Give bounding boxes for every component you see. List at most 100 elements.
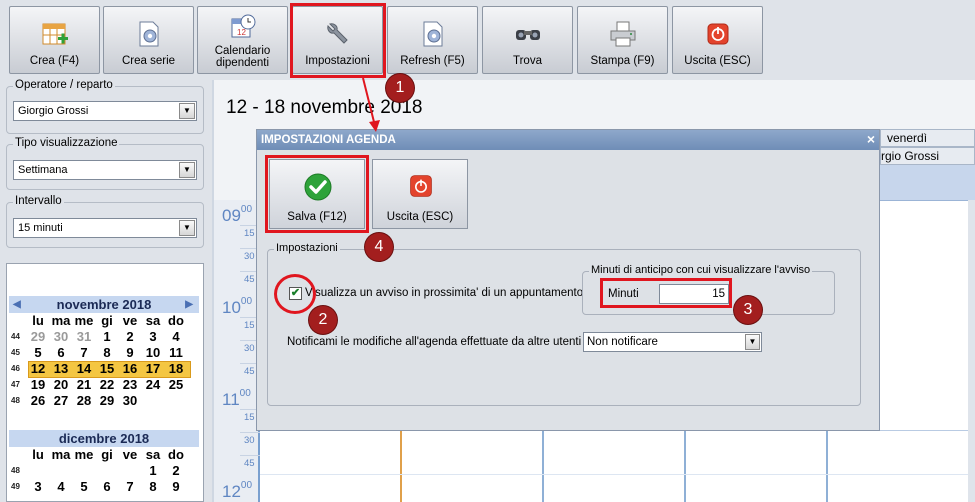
calendar-day[interactable]: 11 bbox=[166, 345, 186, 361]
notifica-value: Non notificare bbox=[587, 336, 658, 348]
calendar-day[interactable]: 9 bbox=[120, 345, 140, 361]
chevron-down-icon[interactable]: ▼ bbox=[745, 334, 760, 350]
refresh-button[interactable]: Refresh (F5) bbox=[387, 6, 478, 74]
power-icon bbox=[707, 23, 728, 45]
calendar-day[interactable]: 30 bbox=[120, 393, 140, 409]
chevron-down-icon[interactable]: ▼ bbox=[179, 162, 195, 178]
operatore-label: Operatore / reparto bbox=[13, 79, 115, 91]
calendario-dipendenti-button[interactable]: 12 Calendario dipendenti bbox=[197, 6, 288, 74]
prev-month-icon[interactable]: ◀ bbox=[13, 296, 21, 313]
calendar-grid: lu ma me gi ve sa do 48 1 2 49 3 4 5 6 7 8 9 bbox=[9, 447, 199, 495]
intervallo-group: Intervallo 15 minuti ▼ bbox=[6, 195, 204, 248]
calendar-day[interactable]: 20 bbox=[51, 377, 71, 393]
calendar-day[interactable]: 3 bbox=[143, 329, 163, 345]
week-number: 48 bbox=[11, 466, 20, 475]
intervallo-select[interactable]: 15 minuti ▼ bbox=[13, 218, 197, 238]
scrollbar[interactable] bbox=[968, 200, 975, 502]
minute-label: 15 bbox=[244, 320, 255, 331]
minute-label: 15 bbox=[244, 228, 255, 239]
calendar-day[interactable]: 26 bbox=[28, 393, 48, 409]
calendar-day[interactable]: 7 bbox=[74, 345, 94, 361]
calendar-add-icon bbox=[42, 23, 68, 45]
uscita-button[interactable]: Uscita (ESC) bbox=[672, 6, 763, 74]
calendar-day[interactable]: 15 bbox=[97, 361, 117, 377]
stampa-button[interactable]: Stampa (F9) bbox=[577, 6, 668, 74]
operatore-value: Giorgio Grossi bbox=[18, 105, 89, 117]
calendar-day[interactable]: 6 bbox=[97, 479, 117, 495]
calendar-day[interactable]: 8 bbox=[143, 479, 163, 495]
calendar-day[interactable]: 7 bbox=[120, 479, 140, 495]
calendar-day[interactable]: 1 bbox=[97, 329, 117, 345]
calendar-day[interactable]: 30 bbox=[51, 329, 71, 345]
annotation-badge-2: 2 bbox=[309, 306, 337, 334]
tipo-visualizzazione-group: Tipo visualizzazione Settimana ▼ bbox=[6, 137, 204, 190]
next-month-icon[interactable]: ▶ bbox=[185, 296, 193, 313]
operatore-select[interactable]: Giorgio Grossi ▼ bbox=[13, 101, 197, 121]
agenda-cell[interactable] bbox=[880, 200, 975, 230]
calendar-day[interactable]: 13 bbox=[51, 361, 71, 377]
calendar-header: ◀ novembre 2018 ▶ bbox=[9, 296, 199, 313]
crea-button[interactable]: Crea (F4) bbox=[9, 6, 100, 74]
calendar-day[interactable]: 21 bbox=[74, 377, 94, 393]
week-number: 47 bbox=[11, 380, 20, 389]
calendar-day[interactable]: 2 bbox=[166, 463, 186, 479]
calendar-day[interactable]: 8 bbox=[97, 345, 117, 361]
calendar-day[interactable]: 27 bbox=[51, 393, 71, 409]
calendar-day[interactable]: 10 bbox=[143, 345, 163, 361]
hour-value: 12 bbox=[222, 482, 241, 501]
hour-value: 10 bbox=[222, 298, 241, 317]
month-title: novembre 2018 bbox=[56, 297, 152, 312]
calendar-day[interactable]: 4 bbox=[51, 479, 71, 495]
crea-serie-button[interactable]: Crea serie bbox=[103, 6, 194, 74]
calendar-day[interactable]: 25 bbox=[166, 377, 186, 393]
notifica-select[interactable]: Non notificare ▼ bbox=[583, 332, 762, 352]
calendar-day[interactable]: 12 bbox=[28, 361, 48, 377]
uscita-dialog-button[interactable]: Uscita (ESC) bbox=[372, 159, 468, 229]
calendar-day[interactable]: 29 bbox=[97, 393, 117, 409]
calendar-day[interactable]: 3 bbox=[28, 479, 48, 495]
document-gear-icon bbox=[423, 21, 442, 47]
stampa-label: Stampa (F9) bbox=[590, 55, 655, 67]
calendar-day[interactable]: 18 bbox=[166, 361, 186, 377]
minute-label: 45 bbox=[244, 458, 255, 469]
week-number: 45 bbox=[11, 348, 20, 357]
calendar-day[interactable]: 4 bbox=[166, 329, 186, 345]
annotation-badge-3: 3 bbox=[734, 296, 762, 324]
calendar-day[interactable]: 5 bbox=[74, 479, 94, 495]
close-icon[interactable]: × bbox=[867, 131, 875, 147]
weekday-row: lu ma me gi ve sa do bbox=[9, 313, 199, 329]
week-row: 44 29 30 31 1 2 3 4 bbox=[9, 329, 199, 345]
calendar-day[interactable]: 24 bbox=[143, 377, 163, 393]
calendar-day[interactable]: 31 bbox=[74, 329, 94, 345]
calendar-day[interactable]: 5 bbox=[28, 345, 48, 361]
tipo-visualizzazione-select[interactable]: Settimana ▼ bbox=[13, 160, 197, 180]
avviso-checkbox-label: Visualizza un avviso in prossimita' di u… bbox=[305, 287, 584, 299]
calendar-day[interactable]: 22 bbox=[97, 377, 117, 393]
week-row: 49 3 4 5 6 7 8 9 bbox=[9, 479, 199, 495]
calendar-day[interactable]: 29 bbox=[28, 329, 48, 345]
grid-line bbox=[260, 474, 975, 475]
week-row: 48 26 27 28 29 30 bbox=[9, 393, 199, 409]
calendar-day[interactable]: 1 bbox=[143, 463, 163, 479]
calendar-grid: lu ma me gi ve sa do 44 29 30 31 1 2 3 4 45 5 6 7 8 9 10 11 46 1… bbox=[9, 313, 199, 409]
calendar-day[interactable]: 9 bbox=[166, 479, 186, 495]
calendar-day[interactable]: 19 bbox=[28, 377, 48, 393]
chevron-down-icon[interactable]: ▼ bbox=[179, 220, 195, 236]
calendar-day[interactable]: 16 bbox=[120, 361, 140, 377]
impostazioni-dialog: IMPOSTAZIONI AGENDA × Salva (F12) Uscita… bbox=[256, 129, 880, 431]
calendar-day[interactable]: 2 bbox=[120, 329, 140, 345]
calendar-day[interactable]: 17 bbox=[143, 361, 163, 377]
chevron-down-icon[interactable]: ▼ bbox=[179, 103, 195, 119]
calendar-day[interactable]: 23 bbox=[120, 377, 140, 393]
trova-button[interactable]: Trova bbox=[482, 6, 573, 74]
intervallo-value: 15 minuti bbox=[18, 222, 63, 234]
calendar-day[interactable]: 28 bbox=[74, 393, 94, 409]
printer-icon bbox=[610, 21, 635, 47]
weekday-label: me bbox=[74, 313, 94, 328]
calendar-day[interactable]: 14 bbox=[74, 361, 94, 377]
weekday-label: lu bbox=[32, 447, 44, 462]
hour-label: 1100 bbox=[222, 388, 251, 410]
highlight-impostazioni bbox=[290, 3, 386, 78]
hour-value: 09 bbox=[222, 206, 241, 225]
calendar-day[interactable]: 6 bbox=[51, 345, 71, 361]
